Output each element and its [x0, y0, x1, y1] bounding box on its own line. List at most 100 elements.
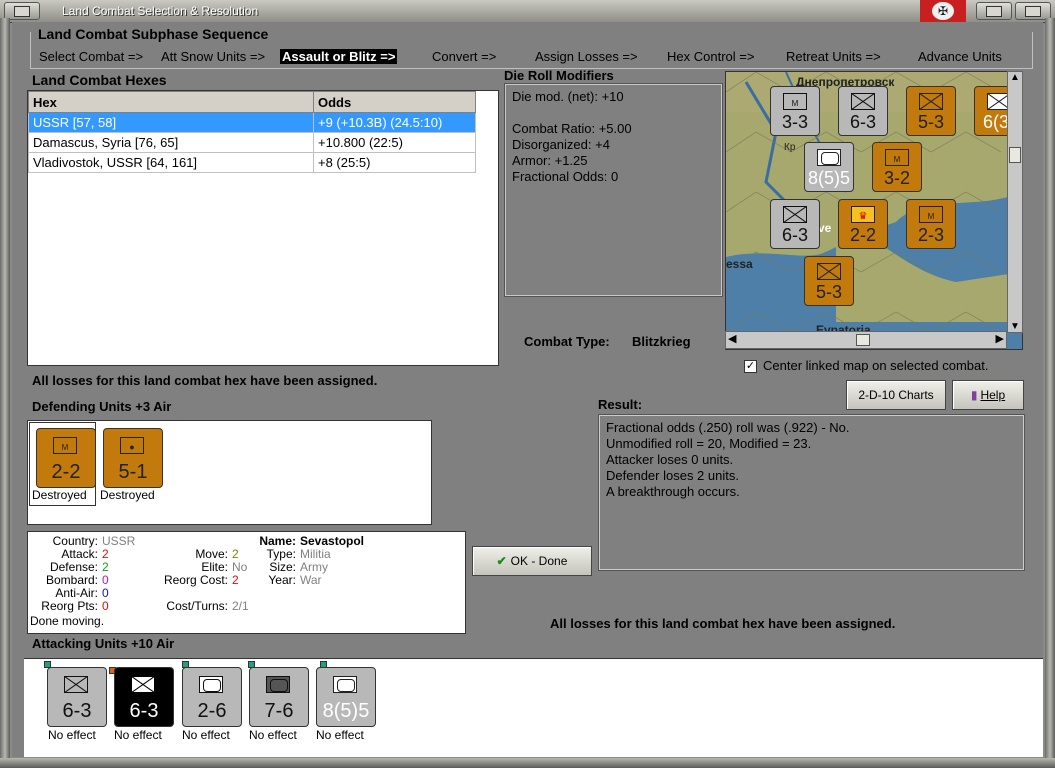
country-value: USSR — [102, 534, 136, 548]
scroll-left-icon[interactable]: ◀ — [728, 332, 736, 345]
odds-cell: +10.800 (22:5) — [313, 132, 476, 153]
attacking-title: Attacking Units +10 Air — [32, 636, 175, 651]
result-line: Defender loses 2 units. — [606, 468, 739, 483]
minimize-button[interactable] — [976, 2, 1012, 20]
combat-type-value: Blitzkrieg — [632, 334, 691, 349]
attacking-unit-counter[interactable]: 2-6 — [182, 667, 242, 727]
unit-status: Destroyed — [100, 488, 155, 502]
hexes-table: Hex Odds USSR [57, 58] +9 (+10.3B) (24.5… — [27, 90, 499, 366]
move-label: Move: — [195, 547, 228, 561]
linked-map[interactable]: Днепропетровск Кр ve essa Evpatoria M 3-3… — [725, 71, 1023, 350]
unit-status: No effect — [48, 728, 96, 742]
step-hex-control[interactable]: Hex Control => — [667, 49, 754, 64]
movement-status: Done moving. — [30, 614, 105, 628]
step-att-snow-units[interactable]: Att Snow Units => — [161, 49, 265, 64]
scroll-thumb[interactable] — [856, 334, 870, 346]
hexes-title: Land Combat Hexes — [32, 72, 167, 88]
defending-unit-counter[interactable]: M 2-2 — [36, 428, 96, 488]
country-label: Country: — [52, 534, 98, 548]
window-frame-right — [1045, 18, 1055, 768]
drm-line: Disorganized: +4 — [512, 137, 610, 152]
armor-icon — [817, 149, 841, 166]
unit-status: No effect — [249, 728, 297, 742]
step-assault-or-blitz[interactable]: Assault or Blitz => — [280, 49, 398, 64]
armor-icon — [333, 676, 357, 693]
type-label: Type: — [266, 547, 296, 561]
window-icon — [14, 6, 30, 17]
drm-line: Die mod. (net): +10 — [512, 89, 624, 104]
antiair-value: 0 — [102, 586, 109, 600]
help-button[interactable]: ▮ Help — [952, 380, 1024, 410]
map-horizontal-scrollbar[interactable]: ◀ ▶ — [725, 331, 1007, 349]
name-label: Name: — [259, 534, 296, 548]
attacking-unit-counter[interactable]: 7-6 — [249, 667, 309, 727]
mech-infantry-icon: M — [919, 206, 943, 223]
window-frame-left — [0, 18, 10, 768]
drm-title: Die Roll Modifiers — [504, 68, 614, 83]
unit-status: Destroyed — [32, 488, 87, 502]
defending-unit-counter[interactable]: ● 5-1 — [103, 428, 163, 488]
attacking-unit-counter[interactable]: 6-3 — [114, 667, 174, 727]
unit-status: No effect — [316, 728, 364, 742]
step-select-combat[interactable]: Select Combat => — [39, 49, 143, 64]
step-retreat-units[interactable]: Retreat Units => — [786, 49, 881, 64]
infantry-icon — [851, 93, 875, 110]
charts-button[interactable]: 2-D-10 Charts — [846, 380, 946, 410]
infantry-icon — [817, 263, 841, 280]
sequence-title: Land Combat Subphase Sequence — [38, 26, 269, 42]
column-header-hex[interactable]: Hex — [28, 91, 314, 113]
mech-infantry-icon: M — [885, 149, 909, 166]
step-assign-losses[interactable]: Assign Losses => — [535, 49, 638, 64]
table-row[interactable]: Damascus, Syria [76, 65] +10.800 (22:5) — [28, 132, 476, 153]
year-label: Year: — [268, 573, 296, 587]
map-city-label: ve — [818, 221, 832, 235]
ok-done-button[interactable]: ✔ OK - Done — [472, 546, 592, 576]
hex-cell: Vladivostok, USSR [64, 161] — [28, 152, 314, 173]
scroll-thumb[interactable] — [1009, 147, 1021, 163]
result-line: Attacker loses 0 units. — [606, 452, 734, 467]
unit-status: No effect — [114, 728, 162, 742]
column-header-odds[interactable]: Odds — [313, 91, 476, 113]
odds-cell: +8 (25:5) — [313, 152, 476, 173]
map-unit-counter[interactable]: 6-3 — [838, 86, 888, 136]
map-unit-counter[interactable]: M 3-3 — [770, 86, 820, 136]
scroll-right-icon[interactable]: ▶ — [996, 332, 1004, 345]
map-vertical-scrollbar[interactable]: ▲ ▼ — [1007, 71, 1023, 333]
nation-flag-icon: ✠ — [920, 0, 966, 22]
center-map-checkbox[interactable]: ✓ — [744, 360, 757, 373]
drm-line: Fractional Odds: 0 — [512, 169, 619, 184]
step-convert[interactable]: Convert => — [432, 49, 496, 64]
map-unit-counter[interactable]: M 2-3 — [906, 199, 956, 249]
attack-value: 2 — [102, 547, 109, 561]
checkmark-icon: ✔ — [496, 554, 507, 568]
map-unit-counter[interactable]: 5-3 — [906, 86, 956, 136]
attacking-unit-counter[interactable]: 8(5)5 — [316, 667, 376, 727]
table-row[interactable]: Vladivostok, USSR [64, 161] +8 (25:5) — [28, 152, 476, 173]
map-unit-counter[interactable]: ♛ 2-2 — [838, 199, 888, 249]
map-unit-counter[interactable]: 8(5)5 — [804, 142, 854, 192]
map-unit-counter[interactable]: M 3-2 — [872, 142, 922, 192]
defense-value: 2 — [102, 560, 109, 574]
attacking-units-box: 6-3 No effect 6-3 No effect 2-6 No effec… — [24, 658, 1043, 757]
reorg-pts-label: Reorg Pts: — [41, 599, 98, 613]
elite-label: Elite: — [201, 560, 228, 574]
unit-info-panel: Country: USSR Attack: 2 Defense: 2 Bomba… — [27, 531, 466, 634]
scroll-down-icon[interactable]: ▼ — [1010, 321, 1020, 332]
artillery-icon: ● — [120, 437, 144, 454]
map-unit-counter[interactable]: 5-3 — [804, 256, 854, 306]
result-line: Fractional odds (.250) roll was (.922) -… — [606, 420, 850, 435]
step-advance-units[interactable]: Advance Units — [918, 49, 1002, 64]
year-value: War — [300, 573, 322, 587]
defending-title: Defending Units +3 Air — [32, 399, 172, 414]
center-map-label: Center linked map on selected combat. — [763, 358, 989, 373]
hex-cell: USSR [57, 58] — [28, 112, 314, 133]
title-bar: Land Combat Selection & Resolution ✠ — [0, 0, 1055, 23]
infantry-icon — [64, 676, 88, 693]
result-box: Fractional odds (.250) roll was (.922) -… — [598, 414, 1025, 571]
name-value: Sevastopol — [300, 534, 365, 548]
map-unit-counter[interactable]: 6-3 — [770, 199, 820, 249]
scroll-up-icon[interactable]: ▲ — [1010, 72, 1020, 83]
attacking-unit-counter[interactable]: 6-3 — [47, 667, 107, 727]
table-row[interactable]: USSR [57, 58] +9 (+10.3B) (24.5:10) — [28, 112, 476, 133]
infantry-icon — [919, 93, 943, 110]
